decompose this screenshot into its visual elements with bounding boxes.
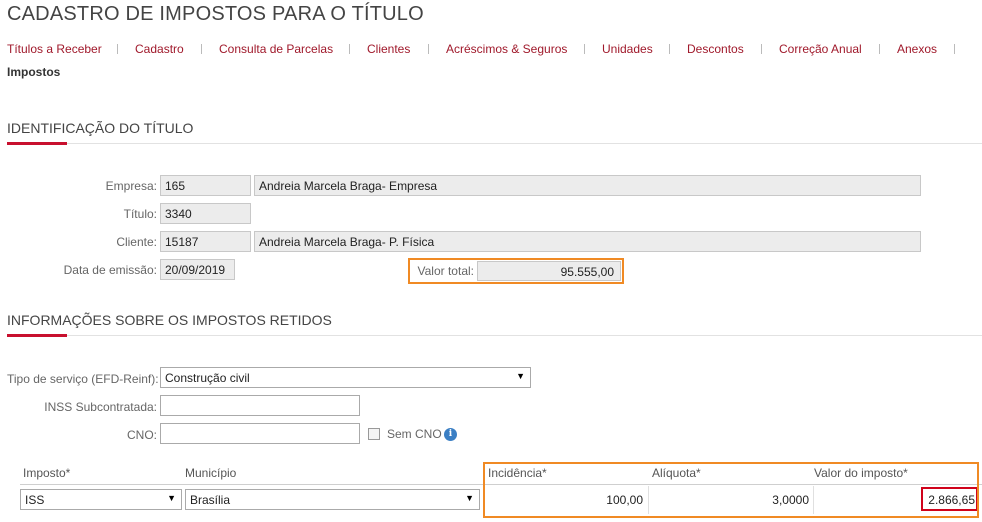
cno-input[interactable] <box>160 423 360 444</box>
section-divider <box>7 143 982 144</box>
data-emissao-label: Data de emissão: <box>63 263 157 277</box>
titulo-field: 3340 <box>160 203 251 224</box>
municipio-value: Brasília <box>190 493 231 507</box>
tab-consulta-de-parcelas[interactable]: Consulta de Parcelas <box>219 42 333 56</box>
sem-cno-label: Sem CNO <box>387 427 442 441</box>
empresa-code-field: 165 <box>160 175 251 196</box>
nav-divider <box>428 44 429 54</box>
header-imposto: Imposto* <box>23 466 71 480</box>
section-title-impostos: INFORMAÇÕES SOBRE OS IMPOSTOS RETIDOS <box>7 312 332 328</box>
empresa-label: Empresa: <box>105 179 157 193</box>
tab-impostos-active[interactable]: Impostos <box>7 65 60 79</box>
header-municipio: Município <box>185 466 237 480</box>
nav-divider <box>879 44 880 54</box>
data-emissao-field: 20/09/2019 <box>160 259 235 280</box>
empresa-name-field: Andreia Marcela Braga- Empresa <box>254 175 921 196</box>
nav-divider <box>954 44 955 54</box>
tax-values-highlight <box>483 462 979 518</box>
cliente-label: Cliente: <box>116 235 157 249</box>
nav-divider <box>584 44 585 54</box>
inss-subcontratada-label: INSS Subcontratada: <box>44 400 157 414</box>
section-divider <box>7 335 982 336</box>
section-accent-bar <box>7 142 67 145</box>
info-icon[interactable]: i <box>444 428 457 441</box>
section-title-identificacao: IDENTIFICAÇÃO DO TÍTULO <box>7 120 194 136</box>
page-title: CADASTRO DE IMPOSTOS PARA O TÍTULO <box>7 3 424 25</box>
tipo-servico-value: Construção civil <box>165 371 250 385</box>
nav-divider <box>349 44 350 54</box>
tab-unidades[interactable]: Unidades <box>602 42 653 56</box>
tab-acrescimos-seguros[interactable]: Acréscimos & Seguros <box>446 42 567 56</box>
caret-down-icon: ▼ <box>516 371 525 381</box>
tipo-servico-select[interactable]: Construção civil ▼ <box>160 367 531 388</box>
tipo-servico-label: Tipo de serviço (EFD-Reinf): <box>7 372 159 386</box>
valor-total-label: Valor total: <box>417 264 474 278</box>
nav-divider <box>761 44 762 54</box>
tab-clientes[interactable]: Clientes <box>367 42 410 56</box>
titulo-label: Título: <box>123 207 157 221</box>
imposto-value: ISS <box>25 493 45 507</box>
valor-total-field: 95.555,00 <box>477 261 621 281</box>
nav-divider <box>117 44 118 54</box>
caret-down-icon: ▼ <box>465 493 474 503</box>
section-accent-bar <box>7 334 67 337</box>
inss-subcontratada-input[interactable] <box>160 395 360 416</box>
cno-label: CNO: <box>127 428 157 442</box>
cliente-name-field: Andreia Marcela Braga- P. Física <box>254 231 921 252</box>
tab-correcao-anual[interactable]: Correção Anual <box>779 42 862 56</box>
cliente-code-field: 15187 <box>160 231 251 252</box>
caret-down-icon: ▼ <box>167 493 176 503</box>
tab-cadastro[interactable]: Cadastro <box>135 42 184 56</box>
municipio-select[interactable]: Brasília ▼ <box>185 489 480 510</box>
nav-divider <box>669 44 670 54</box>
imposto-select[interactable]: ISS ▼ <box>20 489 182 510</box>
sem-cno-checkbox[interactable] <box>368 428 380 440</box>
tab-anexos[interactable]: Anexos <box>897 42 937 56</box>
tab-descontos[interactable]: Descontos <box>687 42 744 56</box>
nav-divider <box>201 44 202 54</box>
nav-tabs: Títulos a Receber Cadastro Consulta de P… <box>7 42 977 58</box>
tab-titulos-a-receber[interactable]: Títulos a Receber <box>7 42 102 56</box>
